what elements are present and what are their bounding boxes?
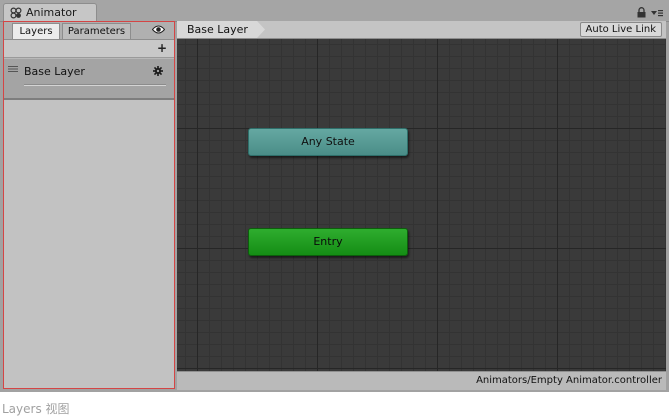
- tab-layers[interactable]: Layers: [12, 23, 60, 39]
- figure-caption: Layers 视图: [2, 402, 70, 416]
- status-bar: Animators/Empty Animator.controller: [177, 371, 666, 390]
- controller-path: Animators/Empty Animator.controller: [476, 375, 662, 386]
- animator-window: Animator Layers Parameters + Base Layer …: [0, 0, 669, 392]
- window-title: Animator: [26, 6, 77, 19]
- window-tab-strip: Animator: [0, 0, 669, 22]
- eye-icon[interactable]: [152, 25, 165, 34]
- menu-icon[interactable]: [651, 9, 663, 17]
- lock-icon[interactable]: [637, 7, 646, 18]
- breadcrumb-label: Base Layer: [187, 23, 248, 36]
- animator-window-tab[interactable]: Animator: [3, 3, 97, 21]
- layers-panel: Layers Parameters + Base Layer: [3, 21, 175, 389]
- animator-icon: [10, 7, 22, 19]
- graph-toolbar: Base Layer Auto Live Link: [177, 21, 666, 39]
- panel-tabs: Layers Parameters: [4, 22, 174, 40]
- layer-weight-bar: [24, 84, 166, 86]
- tab-parameters[interactable]: Parameters: [62, 23, 131, 39]
- graph-canvas[interactable]: Base Layer Auto Live Link Any State Entr…: [177, 21, 666, 371]
- entry-node[interactable]: Entry: [248, 228, 408, 256]
- breadcrumb[interactable]: Base Layer: [177, 21, 265, 38]
- auto-live-link-button[interactable]: Auto Live Link: [579, 22, 662, 37]
- any-state-node[interactable]: Any State: [248, 128, 408, 156]
- layer-toolbar: +: [4, 40, 174, 58]
- add-layer-icon[interactable]: +: [157, 42, 167, 54]
- layer-item-base-layer[interactable]: Base Layer: [4, 58, 174, 100]
- gear-icon[interactable]: [153, 66, 163, 76]
- drag-handle-icon[interactable]: [8, 66, 18, 72]
- layer-name: Base Layer: [24, 65, 85, 78]
